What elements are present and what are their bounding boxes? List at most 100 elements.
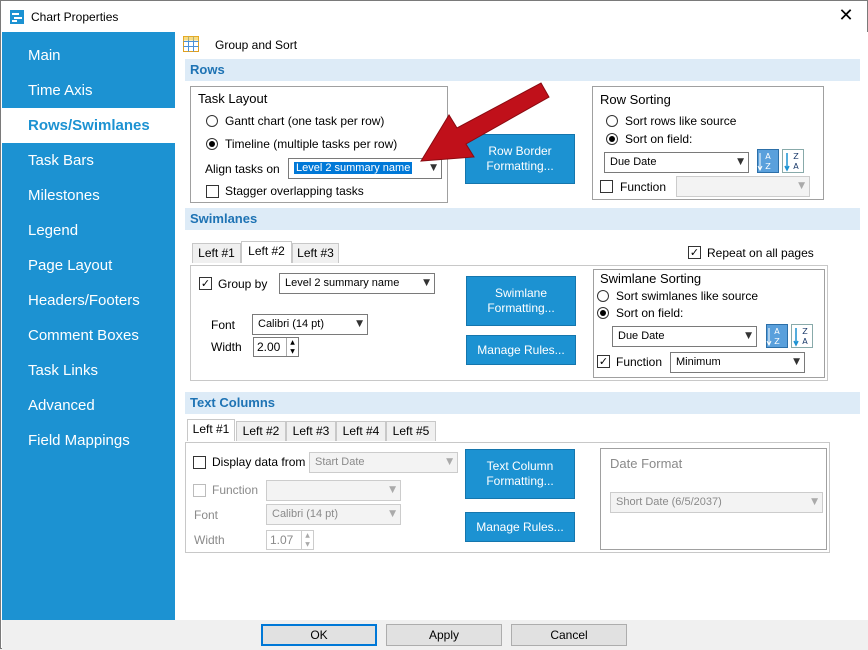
chevron-down-icon: ▼ bbox=[389, 509, 396, 519]
svg-text:A: A bbox=[774, 327, 780, 336]
dialog-footer: OK Apply Cancel bbox=[2, 620, 868, 649]
chevron-down-icon: ▼ bbox=[793, 357, 800, 367]
task-layout-group: Task Layout Gantt chart (one task per ro… bbox=[190, 86, 448, 203]
chevron-down-icon: ▼ bbox=[389, 485, 396, 495]
cancel-button[interactable]: Cancel bbox=[511, 624, 627, 646]
swimlane-function-checkbox[interactable]: ✓ bbox=[597, 355, 610, 368]
swimlane-sort-field-value: Due Date bbox=[618, 330, 665, 342]
svg-text:Z: Z bbox=[774, 337, 780, 346]
stepper-arrows-icon[interactable]: ▲ ▼ bbox=[286, 338, 298, 356]
text-width-value: 1.07 bbox=[270, 533, 294, 547]
stagger-checkbox[interactable] bbox=[206, 185, 219, 198]
swimlane-font-value: Calibri (14 pt) bbox=[258, 318, 325, 330]
text-column-manage-rules-button[interactable]: Manage Rules... bbox=[465, 512, 575, 542]
align-tasks-label: Align tasks on bbox=[205, 162, 280, 176]
toolbar-label-group-and-sort[interactable]: Group and Sort bbox=[215, 38, 297, 52]
row-function-label: Function bbox=[620, 180, 667, 194]
align-tasks-combo[interactable]: Level 2 summary name ▼ bbox=[288, 158, 442, 179]
section-header-rows: Rows bbox=[185, 59, 860, 81]
swimlane-sort-field-combo[interactable]: Due Date ▼ bbox=[612, 326, 757, 347]
swimlane-formatting-button[interactable]: Swimlane Formatting... bbox=[466, 276, 576, 326]
sidebar-item-legend[interactable]: Legend bbox=[2, 213, 175, 248]
swimlane-tab-strip: Left #1 Left #2 Left #3 bbox=[192, 241, 352, 265]
sort-rows-field-label: Sort on field: bbox=[625, 132, 693, 146]
text-column-tab-panel: Display data from Start Date ▼ Function … bbox=[185, 442, 830, 553]
tab-text-left-3[interactable]: Left #3 bbox=[286, 421, 336, 441]
text-width-stepper[interactable]: 1.07 ▲ ▼ bbox=[266, 530, 314, 550]
gantt-radio[interactable] bbox=[206, 115, 218, 127]
stepper-arrows-icon[interactable]: ▲ ▼ bbox=[301, 531, 313, 549]
row-function-combo[interactable]: ▼ bbox=[676, 176, 810, 197]
svg-text:Z: Z bbox=[802, 327, 808, 336]
tab-swimlane-left-2[interactable]: Left #2 bbox=[241, 241, 292, 263]
tab-text-left-4[interactable]: Left #4 bbox=[336, 421, 386, 441]
chevron-down-icon: ▼ bbox=[446, 457, 453, 467]
swimlane-font-combo[interactable]: Calibri (14 pt) ▼ bbox=[252, 314, 368, 335]
svg-text:A: A bbox=[765, 152, 771, 161]
chevron-down-icon: ▼ bbox=[798, 181, 805, 191]
sort-descending-icon[interactable]: ZA bbox=[782, 149, 804, 173]
text-font-label: Font bbox=[194, 508, 219, 522]
sidebar-item-time-axis[interactable]: Time Axis bbox=[2, 73, 175, 108]
row-sorting-title: Row Sorting bbox=[598, 92, 673, 107]
ok-button[interactable]: OK bbox=[261, 624, 377, 646]
close-icon[interactable]: ✕ bbox=[825, 3, 867, 30]
tab-text-left-1[interactable]: Left #1 bbox=[187, 419, 235, 441]
swimlane-width-stepper[interactable]: 2.00 ▲ ▼ bbox=[253, 337, 299, 357]
swimlane-manage-rules-button[interactable]: Manage Rules... bbox=[466, 335, 576, 365]
date-format-combo[interactable]: Short Date (6/5/2037) ▼ bbox=[610, 492, 823, 513]
tab-text-left-2[interactable]: Left #2 bbox=[236, 421, 286, 441]
text-function-checkbox[interactable] bbox=[193, 484, 206, 497]
sidebar-item-advanced[interactable]: Advanced bbox=[2, 388, 175, 423]
repeat-checkbox[interactable]: ✓ bbox=[688, 246, 701, 259]
timeline-radio[interactable] bbox=[206, 138, 218, 150]
group-by-value: Level 2 summary name bbox=[285, 277, 400, 289]
gantt-label: Gantt chart (one task per row) bbox=[225, 114, 385, 128]
svg-text:A: A bbox=[793, 162, 799, 171]
swimlane-tab-panel: ✓ Group by Level 2 summary name ▼ Font C… bbox=[190, 265, 828, 381]
swimlane-function-value: Minimum bbox=[676, 356, 721, 368]
sidebar-item-headers-footers[interactable]: Headers/Footers bbox=[2, 283, 175, 318]
text-function-combo[interactable]: ▼ bbox=[266, 480, 401, 501]
section-header-swimlanes: Swimlanes bbox=[185, 208, 860, 230]
sort-swimlanes-field-radio[interactable] bbox=[597, 307, 609, 319]
sort-descending-icon[interactable]: ZA bbox=[791, 324, 813, 348]
row-function-checkbox[interactable] bbox=[600, 180, 613, 193]
sidebar-item-field-mappings[interactable]: Field Mappings bbox=[2, 423, 175, 458]
sidebar-item-task-bars[interactable]: Task Bars bbox=[2, 143, 175, 178]
tab-text-left-5[interactable]: Left #5 bbox=[386, 421, 436, 441]
task-layout-title: Task Layout bbox=[196, 91, 270, 106]
tab-swimlane-left-1[interactable]: Left #1 bbox=[192, 243, 241, 263]
display-data-combo[interactable]: Start Date ▼ bbox=[309, 452, 458, 473]
swimlane-function-combo[interactable]: Minimum ▼ bbox=[670, 352, 805, 373]
sidebar-item-page-layout[interactable]: Page Layout bbox=[2, 248, 175, 283]
sort-swimlanes-source-radio[interactable] bbox=[597, 290, 609, 302]
text-function-label: Function bbox=[212, 483, 259, 497]
content-panel: Group and Sort Rows Task Layout Gantt ch… bbox=[175, 32, 868, 620]
sidebar-item-milestones[interactable]: Milestones bbox=[2, 178, 175, 213]
date-format-title: Date Format bbox=[610, 456, 683, 471]
row-sort-field-value: Due Date bbox=[610, 156, 657, 168]
sort-ascending-icon[interactable]: AZ bbox=[757, 149, 779, 173]
display-data-checkbox[interactable] bbox=[193, 456, 206, 469]
chart-properties-window: Chart Properties ✕ Main Time Axis Rows/S… bbox=[0, 0, 868, 649]
group-by-label: Group by bbox=[218, 277, 268, 291]
row-border-formatting-button[interactable]: Row Border Formatting... bbox=[465, 134, 575, 184]
sidebar-item-task-links[interactable]: Task Links bbox=[2, 353, 175, 388]
text-font-combo[interactable]: Calibri (14 pt) ▼ bbox=[266, 504, 401, 525]
chevron-down-icon: ▼ bbox=[745, 331, 752, 341]
sort-rows-field-radio[interactable] bbox=[606, 133, 618, 145]
sort-ascending-icon[interactable]: AZ bbox=[766, 324, 788, 348]
sidebar-item-rows-swimlanes[interactable]: Rows/Swimlanes bbox=[2, 108, 175, 143]
display-data-value: Start Date bbox=[315, 456, 365, 468]
grid-icon[interactable] bbox=[183, 36, 199, 52]
text-column-formatting-button[interactable]: Text Column Formatting... bbox=[465, 449, 575, 499]
sidebar-item-comment-boxes[interactable]: Comment Boxes bbox=[2, 318, 175, 353]
group-by-combo[interactable]: Level 2 summary name ▼ bbox=[279, 273, 435, 294]
apply-button[interactable]: Apply bbox=[386, 624, 502, 646]
tab-swimlane-left-3[interactable]: Left #3 bbox=[292, 243, 339, 263]
sidebar-item-main[interactable]: Main bbox=[2, 38, 175, 73]
sort-rows-source-radio[interactable] bbox=[606, 115, 618, 127]
group-by-checkbox[interactable]: ✓ bbox=[199, 277, 212, 290]
row-sort-field-combo[interactable]: Due Date ▼ bbox=[604, 152, 749, 173]
